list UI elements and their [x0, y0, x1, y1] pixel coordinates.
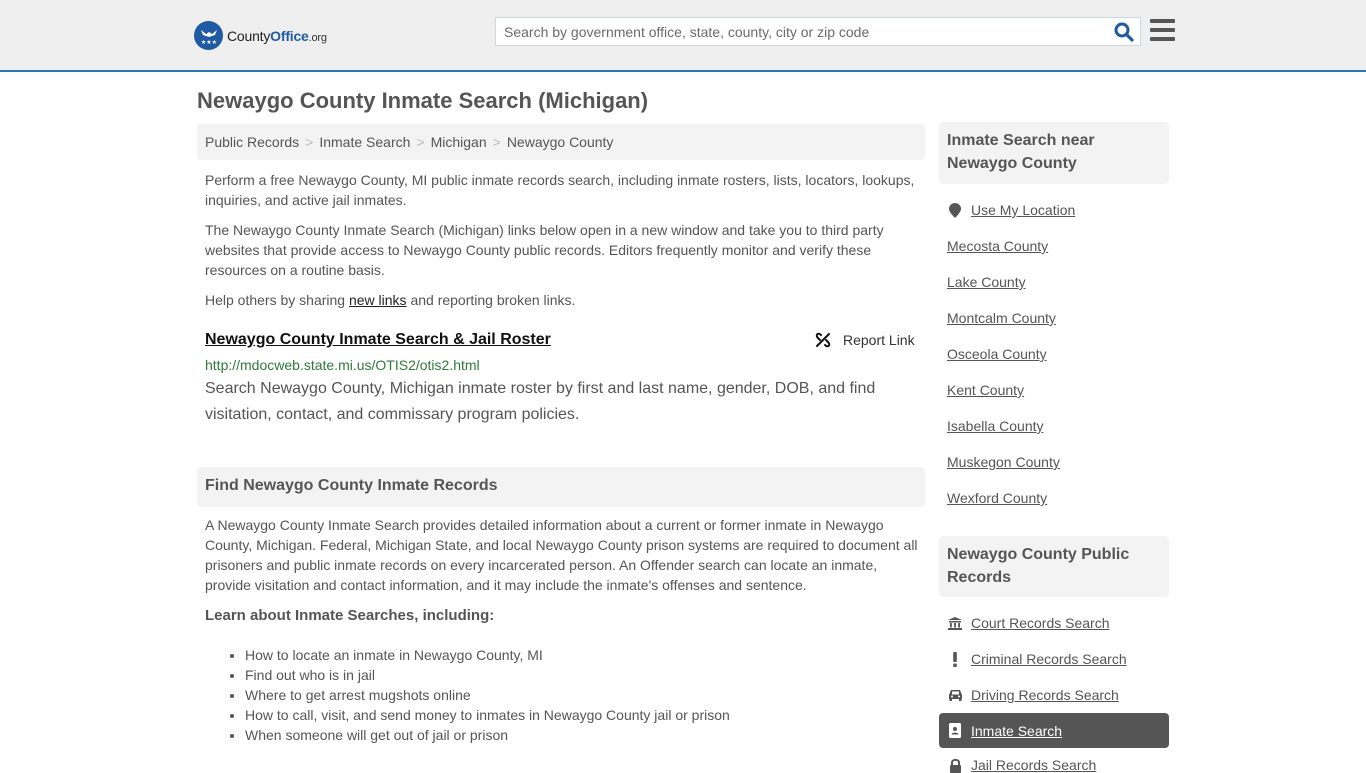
list-item: How to call, visit, and send money to in…	[245, 705, 730, 725]
intro-paragraph: Perform a free Newaygo County, MI public…	[205, 172, 915, 208]
site-logo[interactable]: ★★★ CountyOffice.org	[194, 21, 327, 50]
inmate-search-link[interactable]: Inmate Search	[971, 723, 1062, 739]
breadcrumb-separator: >	[492, 134, 501, 150]
nearby-county-link[interactable]: Lake County	[947, 274, 1026, 290]
nearby-county-link[interactable]: Isabella County	[947, 418, 1044, 434]
report-link-button[interactable]: Report Link	[815, 332, 915, 348]
sidebar-item-driving-records[interactable]: Driving Records Search	[947, 687, 1119, 703]
nearby-county-link[interactable]: Wexford County	[947, 490, 1047, 506]
breadcrumb-separator: >	[416, 134, 425, 150]
breadcrumb-public-records[interactable]: Public Records	[205, 134, 299, 150]
exclamation-icon	[947, 651, 963, 667]
new-links-link[interactable]: new links	[349, 292, 407, 308]
nearby-county-link[interactable]: Osceola County	[947, 346, 1047, 362]
result-description: Search Newaygo County, Michigan inmate r…	[205, 380, 876, 423]
sidebar-item-court-records[interactable]: Court Records Search	[947, 615, 1110, 631]
list-item: How to locate an inmate in Newaygo Count…	[245, 645, 730, 665]
learn-heading: Learn about Inmate Searches, including:	[205, 607, 495, 624]
lock-icon	[947, 758, 963, 773]
broken-link-icon	[815, 332, 831, 348]
map-marker-icon	[947, 202, 963, 218]
learn-list: How to locate an inmate in Newaygo Count…	[245, 645, 730, 745]
nearby-county-link[interactable]: Kent County	[947, 382, 1024, 398]
logo-wordmark: CountyOffice.org	[227, 27, 327, 44]
public-records-heading: Newaygo County Public Records	[939, 536, 1169, 597]
list-item: Where to get arrest mugshots online	[245, 685, 730, 705]
breadcrumb-inmate-search[interactable]: Inmate Search	[319, 134, 410, 150]
find-records-body: A Newaygo County Inmate Search provides …	[205, 517, 918, 593]
sidebar-item-criminal-records[interactable]: Criminal Records Search	[947, 651, 1127, 667]
report-link-label: Report Link	[843, 332, 915, 348]
search-input[interactable]	[496, 18, 1096, 45]
nearby-heading: Inmate Search near Newaygo County	[939, 122, 1169, 184]
find-records-heading: Find Newaygo County Inmate Records	[197, 467, 925, 507]
result-title-link[interactable]: Newaygo County Inmate Search & Jail Rost…	[205, 331, 551, 349]
list-item: When someone will get out of jail or pri…	[245, 725, 730, 745]
courthouse-icon	[947, 616, 963, 630]
site-search	[495, 17, 1141, 46]
breadcrumb-michigan[interactable]: Michigan	[431, 134, 487, 150]
use-my-location-link[interactable]: Use My Location	[947, 202, 1075, 218]
sidebar-item-jail-records[interactable]: Jail Records Search	[947, 757, 1096, 773]
svg-text:★★★: ★★★	[200, 39, 216, 46]
nearby-county-link[interactable]: Mecosta County	[947, 238, 1048, 254]
id-badge-icon	[947, 723, 963, 738]
nearby-county-link[interactable]: Muskegon County	[947, 454, 1060, 470]
breadcrumb-current: Newaygo County	[506, 134, 614, 150]
hamburger-menu-icon[interactable]	[1150, 19, 1175, 41]
breadcrumb-separator: >	[305, 134, 314, 150]
disclaimer-paragraph: The Newaygo County Inmate Search (Michig…	[205, 222, 884, 278]
car-icon	[947, 689, 963, 701]
site-header: ★★★ CountyOffice.org	[0, 0, 1366, 72]
search-icon[interactable]	[1114, 22, 1134, 42]
eagle-stars-logo-icon: ★★★	[194, 21, 223, 50]
sidebar-item-inmate-search[interactable]: Inmate Search	[939, 713, 1169, 748]
nearby-county-link[interactable]: Montcalm County	[947, 310, 1056, 326]
help-paragraph: Help others by sharing new links and rep…	[205, 292, 576, 308]
result-url: http://mdocweb.state.mi.us/OTIS2/otis2.h…	[205, 357, 480, 373]
page-title: Newaygo County Inmate Search (Michigan)	[197, 88, 649, 113]
list-item: Find out who is in jail	[245, 665, 730, 685]
breadcrumb: Public Records > Inmate Search > Michigan > Ne…	[197, 124, 925, 160]
